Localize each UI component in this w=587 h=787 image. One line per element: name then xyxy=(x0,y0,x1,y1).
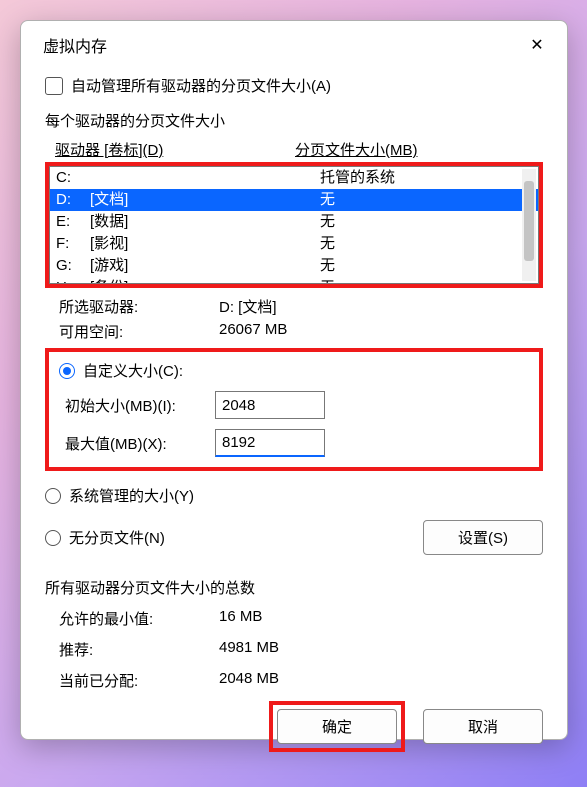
initial-size-input[interactable] xyxy=(215,391,325,419)
drive-scrollbar[interactable] xyxy=(522,169,536,281)
drive-row[interactable]: F:[影视]无 xyxy=(50,233,538,255)
system-managed-label: 系统管理的大小(Y) xyxy=(69,485,194,506)
scrollbar-thumb[interactable] xyxy=(524,181,534,261)
drive-pagefile: 无 xyxy=(320,255,532,277)
auto-manage-label: 自动管理所有驱动器的分页文件大小(A) xyxy=(71,75,331,96)
drive-row[interactable]: D:[文档]无 xyxy=(50,189,538,211)
selected-drive-value: D: [文档] xyxy=(219,296,543,317)
drive-row[interactable]: G:[游戏]无 xyxy=(50,255,538,277)
drive-label xyxy=(90,167,320,189)
drive-row[interactable]: C: 托管的系统 xyxy=(50,167,538,189)
drive-letter: F: xyxy=(56,233,90,255)
drive-label: [备份] xyxy=(90,277,320,284)
cancel-button[interactable]: 取消 xyxy=(423,709,543,744)
auto-manage-checkbox[interactable] xyxy=(45,77,63,95)
content: 自动管理所有驱动器的分页文件大小(A) 每个驱动器的分页文件大小 驱动器 [卷标… xyxy=(21,65,567,701)
no-paging-label: 无分页文件(N) xyxy=(69,527,165,548)
totals-min-label: 允许的最小值: xyxy=(59,608,219,629)
totals-rec-value: 4981 MB xyxy=(219,639,543,660)
drive-label: [文档] xyxy=(90,189,320,211)
totals-rec-row: 推荐: 4981 MB xyxy=(45,639,543,660)
drive-columns: 驱动器 [卷标](D) 分页文件大小(MB) xyxy=(45,139,543,162)
totals-cur-label: 当前已分配: xyxy=(59,670,219,691)
max-size-row: 最大值(MB)(X): xyxy=(59,429,529,457)
window-title: 虚拟内存 xyxy=(43,33,107,57)
virtual-memory-dialog: 虚拟内存 ✕ 自动管理所有驱动器的分页文件大小(A) 每个驱动器的分页文件大小 … xyxy=(20,20,568,740)
selected-drive-row: 所选驱动器: D: [文档] xyxy=(45,296,543,317)
drive-pagefile: 托管的系统 xyxy=(320,167,532,189)
free-space-value: 26067 MB xyxy=(219,321,543,342)
drive-letter: D: xyxy=(56,189,90,211)
drive-list-highlight: C:托管的系统D:[文档]无E:[数据]无F:[影视]无G:[游戏]无H:[备份… xyxy=(45,162,543,288)
free-space-row: 可用空间: 26067 MB xyxy=(45,321,543,342)
totals-min-value: 16 MB xyxy=(219,608,543,629)
close-button[interactable]: ✕ xyxy=(521,31,553,59)
no-paging-row[interactable]: 无分页文件(N) xyxy=(45,527,165,548)
selected-drive-label: 所选驱动器: xyxy=(59,296,219,317)
custom-size-label: 自定义大小(C): xyxy=(83,360,183,381)
ok-button-highlight: 确定 xyxy=(269,701,405,752)
col-pagefile: 分页文件大小(MB) xyxy=(295,139,539,160)
drive-letter: G: xyxy=(56,255,90,277)
auto-manage-row[interactable]: 自动管理所有驱动器的分页文件大小(A) xyxy=(45,75,543,96)
drive-letter: E: xyxy=(56,211,90,233)
per-drive-heading: 每个驱动器的分页文件大小 xyxy=(45,110,543,131)
drive-pagefile: 无 xyxy=(320,211,532,233)
drive-row[interactable]: E:[数据]无 xyxy=(50,211,538,233)
max-size-label: 最大值(MB)(X): xyxy=(65,433,215,454)
drive-label: [数据] xyxy=(90,211,320,233)
totals-min-row: 允许的最小值: 16 MB xyxy=(45,608,543,629)
dialog-footer: 确定 取消 xyxy=(21,701,567,774)
totals-heading: 所有驱动器分页文件大小的总数 xyxy=(45,577,543,598)
totals-cur-value: 2048 MB xyxy=(219,670,543,691)
system-managed-row[interactable]: 系统管理的大小(Y) xyxy=(45,485,543,506)
ok-button[interactable]: 确定 xyxy=(277,709,397,744)
drive-pagefile: 无 xyxy=(320,277,532,284)
totals-cur-row: 当前已分配: 2048 MB xyxy=(45,670,543,691)
drive-label: [游戏] xyxy=(90,255,320,277)
totals-rec-label: 推荐: xyxy=(59,639,219,660)
drive-letter: H: xyxy=(56,277,90,284)
set-button[interactable]: 设置(S) xyxy=(423,520,543,555)
drive-label: [影视] xyxy=(90,233,320,255)
max-size-input[interactable] xyxy=(215,429,325,457)
initial-size-label: 初始大小(MB)(I): xyxy=(65,395,215,416)
drive-letter: C: xyxy=(56,167,90,189)
custom-size-radio-row[interactable]: 自定义大小(C): xyxy=(59,360,529,381)
drive-row[interactable]: H:[备份]无 xyxy=(50,277,538,284)
titlebar: 虚拟内存 ✕ xyxy=(21,21,567,65)
drive-list[interactable]: C:托管的系统D:[文档]无E:[数据]无F:[影视]无G:[游戏]无H:[备份… xyxy=(49,166,539,284)
drive-pagefile: 无 xyxy=(320,233,532,255)
initial-size-row: 初始大小(MB)(I): xyxy=(59,391,529,419)
free-space-label: 可用空间: xyxy=(59,321,219,342)
close-icon: ✕ xyxy=(530,35,543,55)
col-drive: 驱动器 [卷标](D) xyxy=(55,139,295,160)
custom-size-highlight: 自定义大小(C): 初始大小(MB)(I): 最大值(MB)(X): xyxy=(45,348,543,471)
drive-pagefile: 无 xyxy=(320,189,532,211)
custom-size-radio[interactable] xyxy=(59,363,75,379)
no-paging-radio[interactable] xyxy=(45,530,61,546)
system-managed-radio[interactable] xyxy=(45,488,61,504)
